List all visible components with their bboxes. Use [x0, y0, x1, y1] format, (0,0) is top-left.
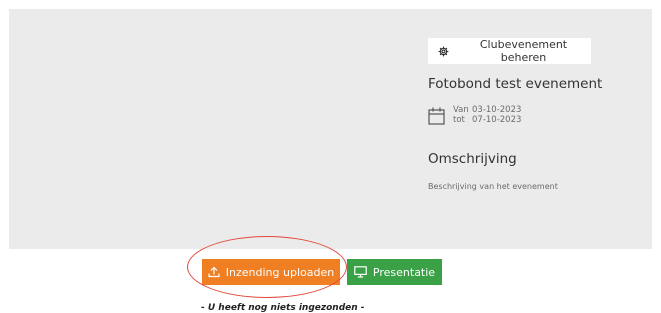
upload-icon — [208, 266, 226, 278]
description-text: Beschrijving van het evenement — [428, 182, 558, 191]
description-heading: Omschrijving — [428, 151, 517, 167]
date-to-label: tot — [453, 114, 465, 125]
manage-event-label: Clubevenement beheren — [479, 38, 568, 64]
manage-event-button[interactable]: Clubevenement beheren — [428, 38, 591, 64]
event-dates: Van 03-10-2023 tot 07-10-2023 — [428, 105, 522, 125]
page: Clubevenement beheren Fotobond test even… — [0, 0, 661, 313]
upload-submission-button[interactable]: Inzending uploaden — [202, 259, 340, 285]
calendar-icon — [428, 107, 445, 125]
event-title: Fotobond test evenement — [428, 76, 603, 92]
presentation-label: Presentatie — [372, 265, 436, 279]
upload-submission-label: Inzending uploaden — [225, 265, 335, 279]
gear-icon — [438, 46, 456, 57]
date-to-value: 07-10-2023 — [472, 114, 522, 125]
monitor-icon — [354, 266, 373, 278]
presentation-button[interactable]: Presentatie — [347, 259, 442, 285]
empty-submissions-message: - U heeft nog niets ingezonden - — [201, 303, 365, 313]
